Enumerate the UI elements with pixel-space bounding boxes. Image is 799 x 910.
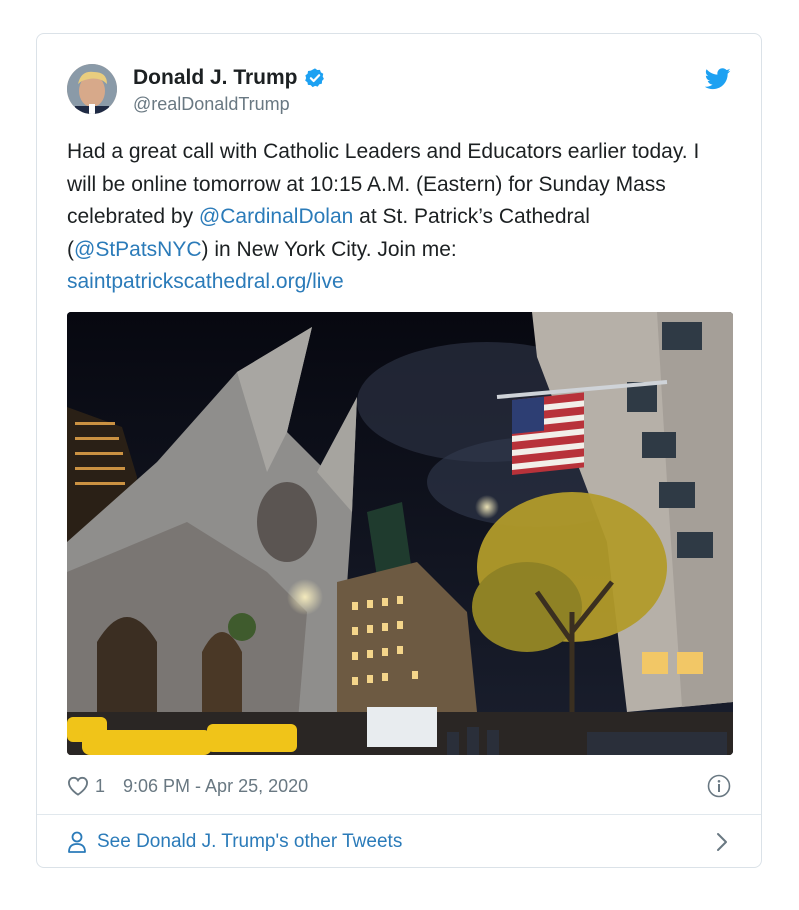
- cathedral-night-photo: [67, 312, 733, 755]
- see-other-tweets-label[interactable]: See Donald J. Trump's other Tweets: [97, 831, 402, 853]
- author-name-row[interactable]: Donald J. Trump: [133, 66, 326, 90]
- tweet-text: Had a great call with Catholic Leaders a…: [67, 136, 727, 299]
- tweet-meta: 1 9:06 PM - Apr 25, 2020: [67, 772, 731, 800]
- tweet-text-part: ) in New York City. Join me:: [201, 237, 457, 261]
- tweet-photo[interactable]: [67, 312, 733, 755]
- author-handle[interactable]: @realDonaldTrump: [133, 94, 290, 115]
- heart-icon[interactable]: [67, 776, 89, 796]
- author-avatar[interactable]: [67, 64, 117, 114]
- url-link[interactable]: saintpatrickscathedral.org/live: [67, 270, 344, 293]
- like-count[interactable]: 1: [95, 776, 105, 797]
- person-icon: [68, 831, 86, 853]
- info-icon[interactable]: [707, 774, 731, 798]
- mention-link-stpatsnyc[interactable]: @StPatsNYC: [74, 238, 202, 261]
- footer-divider: [37, 814, 761, 815]
- see-other-tweets-link[interactable]: See Donald J. Trump's other Tweets: [67, 827, 731, 857]
- tweet-timestamp[interactable]: 9:06 PM - Apr 25, 2020: [123, 776, 308, 797]
- author-name[interactable]: Donald J. Trump: [133, 66, 298, 90]
- mention-link-cardinaldolan[interactable]: @CardinalDolan: [199, 205, 353, 228]
- chevron-right-icon[interactable]: [715, 832, 729, 852]
- verified-badge-icon: [304, 68, 324, 88]
- twitter-bird-icon[interactable]: [705, 68, 731, 90]
- tweet-header: Donald J. Trump @realDonaldTrump: [67, 64, 731, 120]
- embedded-tweet-card: Donald J. Trump @realDonaldTrump Had a g…: [36, 33, 762, 868]
